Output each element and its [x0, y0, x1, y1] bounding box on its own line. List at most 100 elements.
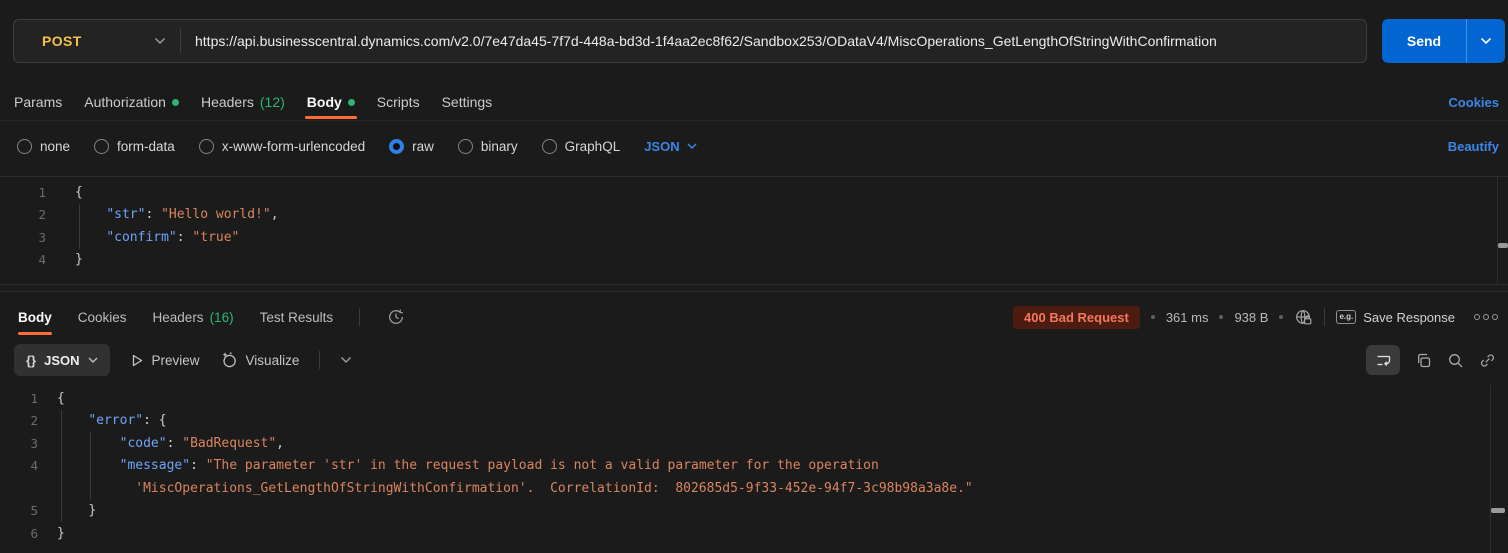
mode-form-data[interactable]: form-data	[94, 138, 175, 154]
divider	[0, 176, 1508, 177]
response-tab-test-results[interactable]: Test Results	[260, 296, 334, 338]
response-tab-headers[interactable]: Headers (16)	[153, 296, 234, 338]
response-tab-bar: Body Cookies Headers (16) Test Results 40…	[0, 296, 1508, 338]
code-line: 'MiscOperations_GetLengthOfStringWithCon…	[135, 480, 973, 496]
request-body-editor[interactable]: 1{2 "str": "Hello world!", 3 "confirm": "…	[0, 181, 1490, 271]
response-size[interactable]: 938 B	[1234, 310, 1268, 325]
response-body-editor[interactable]: 1{ 2 "error": { 3 "code": "BadRequest", 4 "…	[0, 387, 1480, 545]
divider	[180, 29, 181, 53]
tab-body[interactable]: Body	[304, 84, 357, 120]
braces-icon: {}	[26, 352, 37, 368]
divider	[319, 351, 321, 369]
dot-separator	[1279, 315, 1284, 319]
mode-label: none	[40, 138, 71, 154]
mode-label: x-www-form-urlencoded	[221, 138, 366, 154]
tab-label: Headers	[152, 309, 204, 325]
tab-headers[interactable]: Headers (12)	[201, 84, 285, 120]
mode-none[interactable]: none	[17, 138, 71, 154]
indent-guide	[79, 204, 80, 249]
response-view-icons	[1366, 345, 1496, 375]
visualize-icon	[222, 351, 236, 368]
visualize-button[interactable]: Visualize	[220, 351, 300, 369]
radio-icon[interactable]	[457, 138, 473, 154]
response-time[interactable]: 361 ms	[1166, 310, 1209, 325]
play-icon	[132, 354, 142, 366]
response-tab-body[interactable]: Body	[18, 296, 52, 338]
raw-language-selector[interactable]: JSON	[644, 138, 697, 154]
tab-label: Body	[306, 94, 342, 110]
copy-icon[interactable]	[1415, 352, 1432, 369]
radio-icon[interactable]	[541, 138, 557, 154]
send-button[interactable]: Send	[1382, 19, 1505, 63]
send-options-button[interactable]	[1467, 19, 1505, 63]
scrollbar-track[interactable]	[1490, 385, 1491, 553]
mode-raw[interactable]: raw	[389, 138, 434, 154]
radio-icon[interactable]	[17, 138, 32, 154]
scrollbar-thumb[interactable]	[1491, 508, 1505, 513]
mode-binary[interactable]: binary	[457, 138, 518, 154]
request-url-bar: POST	[13, 19, 1367, 63]
tab-label: Headers	[200, 94, 254, 110]
tab-label: Params	[14, 94, 63, 110]
save-response-button[interactable]: e.g. Save Response	[1336, 310, 1455, 325]
tab-params[interactable]: Params	[14, 84, 62, 120]
code-line: 3 "code": "BadRequest",	[30, 435, 284, 451]
method-label: POST	[42, 33, 82, 49]
code-line: 4 "message": "The parameter 'str' in the…	[30, 458, 879, 474]
divider	[0, 291, 1508, 292]
mode-graphql[interactable]: GraphQL	[541, 138, 621, 154]
wrap-text-button[interactable]	[1366, 345, 1400, 375]
chevron-down-icon	[154, 37, 166, 45]
beautify-link[interactable]: Beautify	[1448, 139, 1499, 154]
raw-language-label: JSON	[644, 138, 680, 154]
scrollbar-track[interactable]	[1497, 177, 1498, 284]
cookies-link[interactable]: Cookies	[1448, 95, 1499, 110]
response-tab-cookies[interactable]: Cookies	[78, 296, 127, 338]
mode-label: form-data	[117, 138, 175, 154]
chevron-down-icon	[1480, 37, 1492, 45]
more-options-icon[interactable]	[1474, 314, 1498, 320]
link-icon[interactable]	[1479, 352, 1496, 369]
save-response-label: Save Response	[1363, 309, 1455, 325]
tab-label: Body	[18, 309, 52, 325]
body-mode-bar: none form-data x-www-form-urlencoded raw…	[0, 130, 1508, 162]
chevron-down-icon[interactable]	[340, 356, 352, 364]
code-line: 5 }	[30, 503, 97, 519]
tab-settings[interactable]: Settings	[442, 84, 493, 120]
preview-button[interactable]: Preview	[130, 353, 200, 368]
network-security-icon[interactable]	[1294, 308, 1313, 327]
code-line: 2 "str": "Hello world!",	[38, 207, 279, 223]
wrap-text-icon	[1377, 355, 1390, 366]
tab-scripts[interactable]: Scripts	[377, 84, 420, 120]
headers-count: (16)	[209, 309, 234, 325]
response-meta: 400 Bad Request 361 ms 938 B e.g. Save R…	[1013, 305, 1498, 329]
radio-icon[interactable]	[94, 138, 110, 154]
green-dot	[347, 99, 355, 106]
history-icon[interactable]	[386, 307, 406, 327]
code-line: 2 "error": {	[30, 413, 167, 429]
response-format-selector[interactable]: {} JSON	[14, 344, 110, 376]
send-label[interactable]: Send	[1382, 19, 1466, 63]
format-label: JSON	[44, 352, 80, 368]
green-dot	[171, 99, 179, 106]
radio-icon[interactable]	[198, 138, 214, 154]
method-selector[interactable]: POST	[14, 33, 166, 49]
indent-guide	[61, 410, 62, 522]
tab-label: Scripts	[376, 94, 420, 110]
scrollbar-thumb[interactable]	[1498, 243, 1508, 248]
mode-label: binary	[480, 138, 518, 154]
visualize-label: Visualize	[245, 352, 300, 368]
code-line: 1{	[30, 390, 65, 406]
divider	[0, 284, 1508, 285]
radio-selected-icon[interactable]	[389, 138, 405, 154]
status-badge[interactable]: 400 Bad Request	[1013, 305, 1140, 329]
tab-label: Authorization	[84, 94, 166, 110]
mode-label: GraphQL	[564, 138, 621, 154]
tab-authorization[interactable]: Authorization	[84, 84, 179, 120]
chevron-down-icon	[88, 357, 98, 363]
mode-x-www-form-urlencoded[interactable]: x-www-form-urlencoded	[198, 138, 366, 154]
url-input[interactable]	[195, 33, 1356, 49]
dot-separator	[1219, 315, 1224, 319]
search-icon[interactable]	[1447, 352, 1464, 369]
request-tab-bar: Params Authorization Headers (12) Body Sc…	[0, 84, 1508, 121]
